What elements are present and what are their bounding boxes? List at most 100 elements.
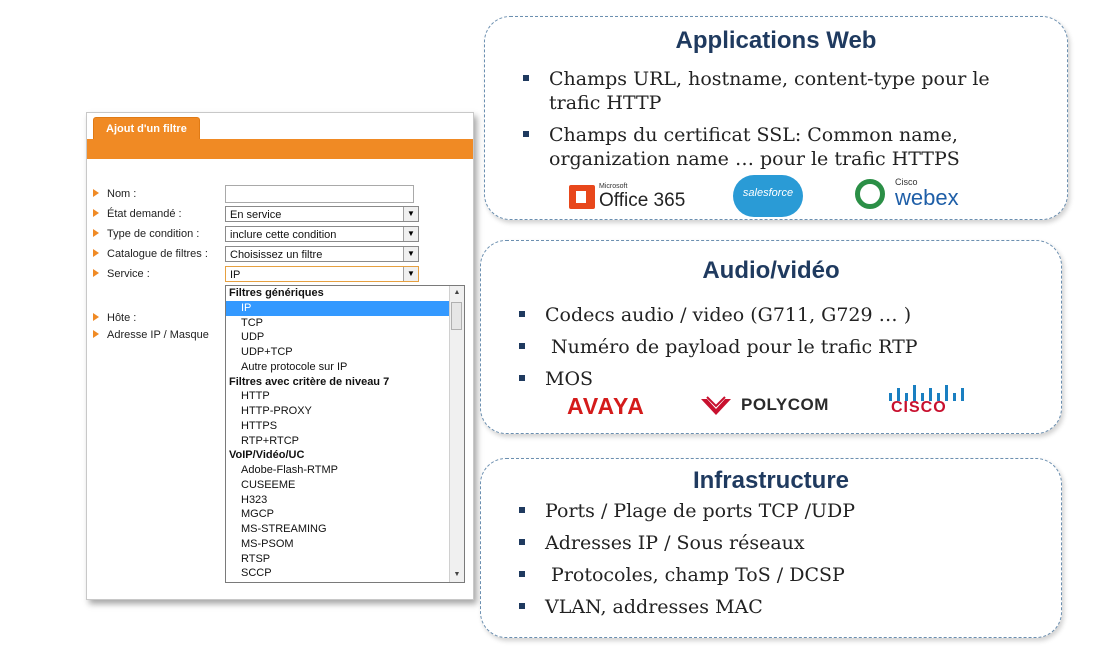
arrow-icon	[93, 229, 99, 238]
row-state: État demandé :	[93, 205, 182, 223]
row-host: Hôte :	[93, 309, 136, 327]
label-service: Service :	[107, 268, 150, 280]
tab-add-filter[interactable]: Ajout d'un filtre	[93, 117, 200, 140]
panel-title: Audio/vidéo	[702, 257, 840, 284]
panel-audio-video: Audio/vidéo Codecs audio / video (G711, …	[480, 240, 1062, 434]
dropdown-items: Filtres génériques IP TCP UDP UDP+TCP Au…	[226, 286, 464, 581]
list-group-header: VoIP/Vidéo/UC	[229, 449, 305, 462]
bullet-text: Champs du certificat SSL: Common name, o…	[549, 123, 960, 171]
panel-web-apps: Applications Web Champs URL, hostname, c…	[484, 16, 1068, 220]
office365-logo: Microsoft Office 365	[569, 183, 709, 213]
cisco-logo-text: CISCO	[891, 399, 947, 416]
dropdown-scrollbar[interactable]: ▲ ▼	[449, 286, 464, 582]
panel-infrastructure: Infrastructure Ports / Plage de ports TC…	[480, 458, 1062, 638]
list-item[interactable]: TCP	[226, 316, 464, 331]
arrow-icon	[93, 209, 99, 218]
scroll-down-icon[interactable]: ▼	[450, 568, 464, 582]
list-item[interactable]: Autre protocole sur IP	[226, 360, 464, 375]
bullet-icon	[519, 507, 525, 513]
list-item[interactable]: Adobe-Flash-RTMP	[226, 463, 464, 478]
bullet-line: organization name … pour le trafic HTTPS	[549, 148, 960, 170]
list-group-header: Filtres génériques	[229, 287, 324, 299]
arrow-icon	[93, 269, 99, 278]
state-select-value: En service	[230, 209, 282, 221]
row-condition: Type de condition :	[93, 225, 199, 243]
add-filter-window: Ajout d'un filtre Nom : État demandé : E…	[86, 112, 474, 600]
avaya-logo: AVAYA	[567, 393, 645, 419]
bullet-text: Protocoles, champ ToS / DCSP	[545, 564, 845, 586]
label-host: Hôte :	[107, 312, 137, 324]
list-item[interactable]: MS-STREAMING	[226, 522, 464, 537]
bullet-icon	[523, 75, 529, 81]
row-ip-mask: Adresse IP / Masque	[93, 326, 209, 344]
row-catalog: Catalogue de filtres :	[93, 245, 208, 263]
bullet-text: MOS	[545, 368, 594, 390]
condition-select[interactable]: inclure cette condition ▼	[225, 226, 419, 242]
scroll-thumb[interactable]	[451, 302, 462, 330]
list-item[interactable]: H323	[226, 493, 464, 508]
row-service: Service :	[93, 265, 150, 283]
label-state: État demandé :	[107, 208, 182, 220]
bullet-icon	[519, 375, 525, 381]
list-item[interactable]: HTTP-PROXY	[226, 404, 464, 419]
list-item[interactable]: MGCP	[226, 507, 464, 522]
service-select-value: IP	[230, 269, 241, 281]
list-item[interactable]: IP	[226, 300, 464, 316]
chevron-down-icon[interactable]: ▼	[403, 267, 418, 281]
bullet-line: Champs URL, hostname, content-type pour …	[549, 68, 990, 90]
bullet-icon	[519, 571, 525, 577]
service-select[interactable]: IP ▼	[225, 266, 419, 282]
list-item[interactable]: RTP+RTCP	[226, 434, 464, 449]
name-input[interactable]	[225, 185, 414, 203]
cisco-logo: CISCO	[883, 385, 979, 421]
polycom-logo: POLYCOM	[699, 393, 859, 421]
bullet-text: Ports / Plage de ports TCP /UDP	[545, 500, 856, 522]
salesforce-logo-text: salesforce	[742, 187, 794, 199]
panel-title: Infrastructure	[692, 467, 850, 494]
service-dropdown-list[interactable]: Filtres génériques IP TCP UDP UDP+TCP Au…	[225, 285, 465, 583]
bullet-icon	[523, 131, 529, 137]
label-name: Nom :	[107, 188, 137, 200]
bullet-line: Champs du certificat SSL: Common name,	[549, 124, 958, 146]
header-bar	[87, 139, 473, 159]
polycom-logo-text: POLYCOM	[741, 395, 829, 414]
list-item[interactable]: RTSP	[226, 552, 464, 567]
arrow-icon	[93, 313, 99, 322]
office-logo-text: Office 365	[599, 190, 686, 211]
scroll-up-icon[interactable]: ▲	[450, 286, 464, 300]
salesforce-logo: salesforce	[733, 175, 805, 217]
chevron-down-icon[interactable]: ▼	[403, 247, 418, 261]
bullet-text: VLAN, addresses MAC	[545, 596, 763, 618]
chevron-down-icon[interactable]: ▼	[403, 207, 418, 221]
state-select[interactable]: En service ▼	[225, 206, 419, 222]
office-icon	[569, 185, 595, 209]
chevron-down-icon[interactable]: ▼	[403, 227, 418, 241]
webex-logo: Cisco webex	[855, 177, 975, 213]
list-item[interactable]: SCCP	[226, 566, 464, 581]
condition-select-value: inclure cette condition	[230, 229, 337, 241]
office-logo-small: Microsoft	[599, 183, 628, 190]
bullet-text: Champs URL, hostname, content-type pour …	[549, 67, 990, 115]
bullet-line: trafic HTTP	[549, 92, 662, 114]
list-item[interactable]: HTTPS	[226, 419, 464, 434]
arrow-icon	[93, 249, 99, 258]
polycom-icon	[701, 396, 731, 415]
list-group-header: Filtres avec critère de niveau 7	[229, 375, 390, 388]
bullet-icon	[519, 539, 525, 545]
webex-icon	[855, 179, 885, 209]
list-item[interactable]: UDP	[226, 330, 464, 345]
bullet-icon	[519, 343, 525, 349]
arrow-icon	[93, 189, 99, 198]
bullet-text: Codecs audio / video (G711, G729 … )	[545, 304, 912, 326]
list-item[interactable]: HTTP	[226, 389, 464, 404]
catalog-select-value: Choisissez un filtre	[230, 249, 323, 261]
webex-logo-text: webex	[895, 185, 959, 210]
list-item[interactable]: CUSEEME	[226, 478, 464, 493]
list-item[interactable]: UDP+TCP	[226, 345, 464, 360]
panel-title: Applications Web	[675, 27, 877, 54]
label-catalog: Catalogue de filtres :	[107, 248, 208, 260]
label-ip-mask: Adresse IP / Masque	[107, 329, 209, 341]
catalog-select[interactable]: Choisissez un filtre ▼	[225, 246, 419, 262]
list-item[interactable]: MS-PSOM	[226, 537, 464, 552]
bullet-text: Numéro de payload pour le trafic RTP	[545, 336, 918, 358]
